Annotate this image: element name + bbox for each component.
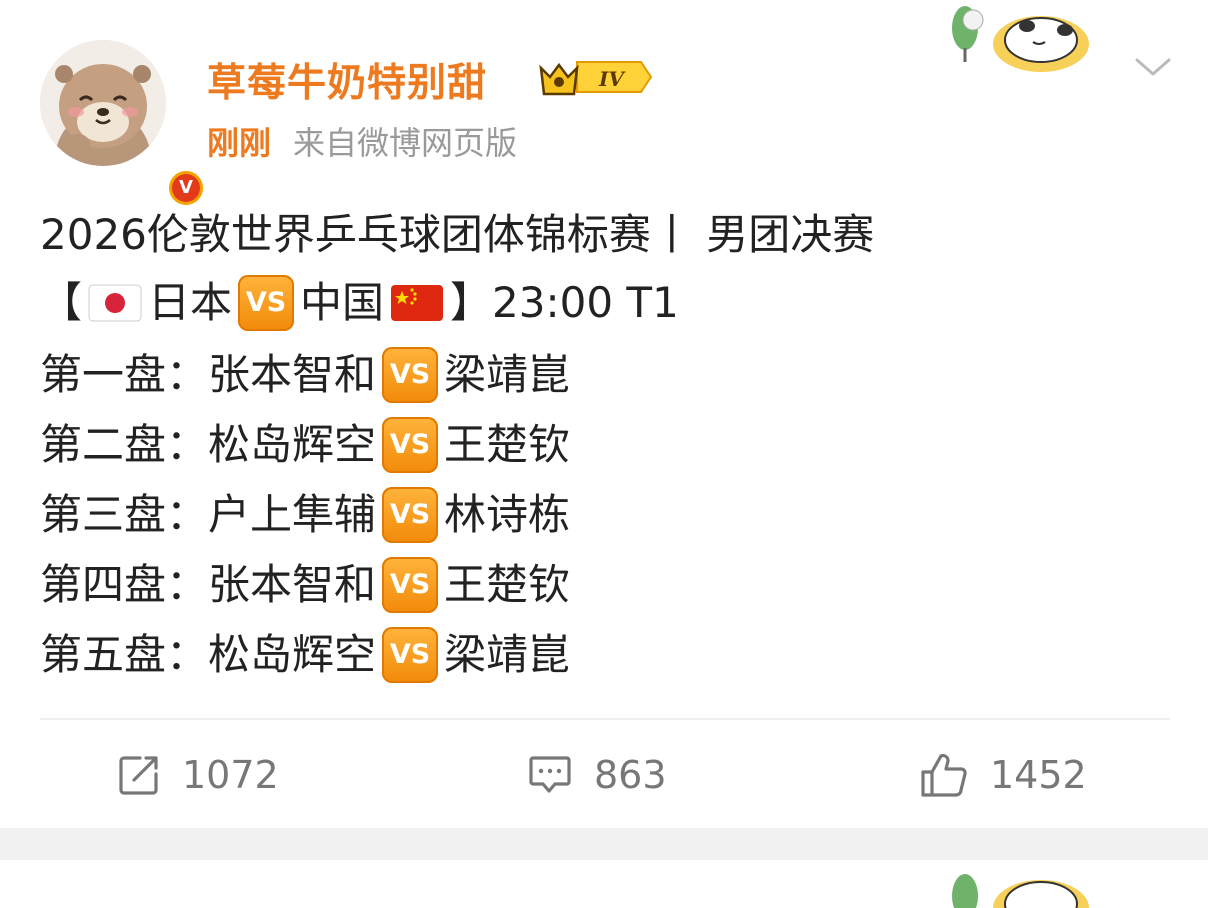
japan-flag-icon bbox=[88, 284, 142, 322]
match-line-5: 第五盘： 松岛辉空 VS 梁靖崑 bbox=[40, 620, 1170, 690]
repost-count: 1072 bbox=[182, 753, 279, 797]
like-button[interactable]: 1452 bbox=[920, 740, 1087, 810]
level-badge-label: IV bbox=[598, 67, 626, 91]
match-player2: 梁靖崑 bbox=[444, 630, 571, 679]
vs-badge: VS bbox=[382, 627, 439, 683]
vs-badge: VS bbox=[238, 275, 295, 331]
match-label: 第三盘： bbox=[40, 490, 209, 539]
match-line-1: 第一盘： 张本智和 VS 梁靖崑 bbox=[40, 340, 1170, 410]
vs-badge: VS bbox=[382, 417, 439, 473]
username[interactable]: 草莓牛奶特别甜 bbox=[207, 52, 487, 108]
match-label: 第五盘： bbox=[40, 630, 209, 679]
thumbs-up-icon bbox=[921, 753, 967, 797]
post-title-line: 2026伦敦世界乒乓球团体锦标赛丨 男团决赛 bbox=[40, 210, 875, 259]
team-china: 中国 bbox=[300, 278, 385, 327]
repost-icon bbox=[119, 756, 158, 795]
china-flag-icon bbox=[391, 285, 444, 321]
match-line-3: 第三盘： 户上隼辅 VS 林诗栋 bbox=[40, 480, 1170, 550]
otter-avatar-image bbox=[40, 40, 166, 166]
comment-icon bbox=[529, 756, 571, 793]
like-count: 1452 bbox=[990, 753, 1087, 797]
team-japan: 日本 bbox=[148, 278, 233, 327]
open-bracket: 【 bbox=[40, 278, 83, 327]
match-label: 第二盘： bbox=[40, 420, 209, 469]
verified-badge: V bbox=[166, 168, 206, 208]
vs-badge: VS bbox=[382, 487, 439, 543]
comment-count: 863 bbox=[594, 753, 667, 797]
match-label: 第一盘： bbox=[40, 350, 209, 399]
match-player2: 梁靖崑 bbox=[444, 350, 571, 399]
feed-separator bbox=[0, 828, 1208, 860]
post-source: 来自微博网页版 bbox=[293, 124, 518, 162]
match-player1: 户上隼辅 bbox=[208, 490, 377, 539]
match-player2: 王楚钦 bbox=[444, 420, 571, 469]
vs-badge: VS bbox=[382, 557, 439, 613]
level-crown-badge-icon: IV bbox=[539, 61, 653, 96]
decoration-sticker-icon bbox=[952, 874, 1089, 908]
close-bracket-time: 】23:00 T1 bbox=[450, 278, 679, 327]
post-meta: 刚刚 来自微博网页版 bbox=[207, 118, 517, 164]
post-time: 刚刚 bbox=[207, 124, 272, 162]
decoration-sticker-icon bbox=[952, 6, 1089, 72]
match-player1: 松岛辉空 bbox=[208, 630, 377, 679]
match-player1: 张本智和 bbox=[208, 350, 377, 399]
match-player2: 林诗栋 bbox=[444, 490, 571, 539]
match-line-2: 第二盘： 松岛辉空 VS 王楚钦 bbox=[40, 410, 1170, 480]
action-bar: 1072 863 1452 bbox=[0, 740, 1208, 810]
repost-button[interactable]: 1072 bbox=[118, 740, 279, 810]
match-player1: 松岛辉空 bbox=[208, 420, 377, 469]
avatar[interactable]: V bbox=[40, 40, 206, 208]
verified-badge-label: V bbox=[172, 174, 200, 202]
weibo-post-card: V 草莓牛奶特别甜 IV 刚刚 来自微博网页版 2026伦敦世界乒乓球团体锦标赛丨… bbox=[0, 0, 1208, 828]
divider bbox=[40, 718, 1170, 720]
match-header-line: 【 日本 VS 中国 】23:00 T1 bbox=[40, 268, 1170, 338]
chevron-down-icon[interactable] bbox=[1133, 54, 1173, 80]
match-label: 第四盘： bbox=[40, 560, 209, 609]
post-content: 2026伦敦世界乒乓球团体锦标赛丨 男团决赛 【 日本 VS 中国 】23:00… bbox=[40, 206, 1170, 690]
match-player2: 王楚钦 bbox=[444, 560, 571, 609]
match-line-4: 第四盘： 张本智和 VS 王楚钦 bbox=[40, 550, 1170, 620]
vs-badge: VS bbox=[382, 347, 439, 403]
comment-button[interactable]: 863 bbox=[528, 740, 667, 810]
match-player1: 张本智和 bbox=[208, 560, 377, 609]
